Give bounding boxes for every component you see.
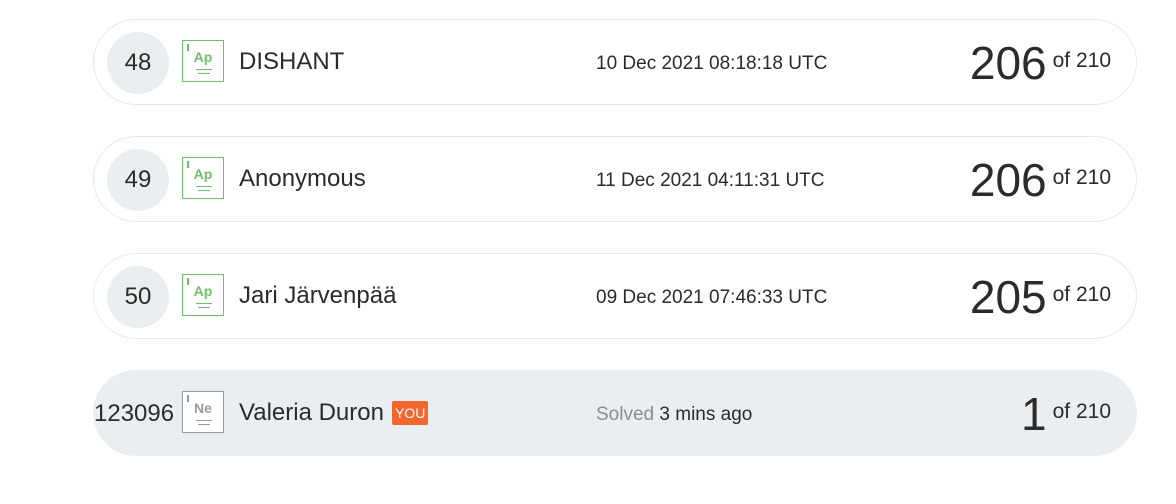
level-badge-icon: Ap bbox=[182, 40, 224, 82]
score-total: of 210 bbox=[1052, 166, 1111, 189]
current-user-row[interactable]: 123096 Ne Valeria Duron YOU Solved 3 min… bbox=[93, 370, 1137, 456]
solve-timestamp: 11 Dec 2021 04:11:31 UTC bbox=[596, 170, 825, 191]
badge-symbol: Ap bbox=[193, 49, 213, 65]
you-badge: YOU bbox=[391, 401, 429, 425]
score: 205 of 210 bbox=[970, 270, 1111, 324]
solve-relative-time: 3 mins ago bbox=[659, 404, 753, 425]
score-total: of 210 bbox=[1052, 49, 1111, 72]
score-value: 206 bbox=[969, 154, 1047, 206]
score-value: 205 bbox=[969, 271, 1047, 323]
badge-symbol: Ne bbox=[194, 400, 212, 416]
score: 1 of 210 bbox=[1021, 387, 1111, 441]
rank-number: 48 bbox=[107, 32, 169, 94]
badge-symbol: Ap bbox=[193, 166, 213, 182]
leaderboard: 48 Ap DISHANT 10 Dec 2021 08:18:18 UTC 2… bbox=[0, 0, 1176, 504]
leaderboard-row[interactable]: 50 Ap Jari Järvenpää 09 Dec 2021 07:46:3… bbox=[93, 253, 1137, 339]
level-badge-icon: Ne bbox=[182, 391, 224, 433]
user-name[interactable]: Jari Järvenpää bbox=[239, 282, 396, 310]
solve-status: Solved 3 mins ago bbox=[596, 404, 752, 426]
score: 206 of 210 bbox=[970, 153, 1111, 207]
badge-symbol: Ap bbox=[193, 283, 213, 299]
score-total: of 210 bbox=[1052, 283, 1111, 306]
user-name[interactable]: Valeria Duron bbox=[239, 399, 384, 427]
user-name[interactable]: Anonymous bbox=[239, 165, 366, 193]
score-value: 206 bbox=[969, 37, 1047, 89]
score-total: of 210 bbox=[1052, 400, 1111, 423]
solved-label: Solved bbox=[596, 404, 655, 425]
user-name-wrapper: Valeria Duron YOU bbox=[239, 399, 429, 427]
level-badge-icon: Ap bbox=[182, 274, 224, 316]
level-badge-icon: Ap bbox=[182, 157, 224, 199]
score-value: 1 bbox=[1021, 388, 1047, 440]
leaderboard-row[interactable]: 48 Ap DISHANT 10 Dec 2021 08:18:18 UTC 2… bbox=[93, 19, 1137, 105]
score: 206 of 210 bbox=[970, 36, 1111, 90]
solve-timestamp: 10 Dec 2021 08:18:18 UTC bbox=[596, 53, 828, 74]
rank-number: 49 bbox=[107, 149, 169, 211]
leaderboard-row[interactable]: 49 Ap Anonymous 11 Dec 2021 04:11:31 UTC… bbox=[93, 136, 1137, 222]
rank-number: 123096 bbox=[94, 400, 175, 427]
solve-timestamp: 09 Dec 2021 07:46:33 UTC bbox=[596, 287, 828, 308]
user-name[interactable]: DISHANT bbox=[239, 48, 344, 76]
rank-number: 50 bbox=[107, 266, 169, 328]
